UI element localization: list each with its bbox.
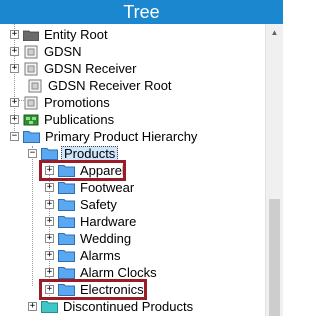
tree-item-label: Footwear — [80, 180, 135, 195]
tree-item-label: GDSN Receiver Root — [48, 78, 172, 93]
expand-toggle[interactable]: + — [45, 285, 54, 294]
expand-toggle[interactable]: + — [10, 30, 19, 39]
folder-icon — [58, 250, 75, 262]
tree-view[interactable]: + Entity Root + GDSN + GDSN Receiver GDS… — [0, 24, 265, 316]
tree-item-publications[interactable]: + Publications — [10, 111, 116, 128]
teal-folder-icon — [41, 301, 58, 313]
entity-root-icon — [23, 30, 39, 41]
tree-item-hardware[interactable]: + Hardware — [45, 213, 138, 230]
tree-item-products[interactable]: − Products — [28, 145, 119, 162]
tree-item-label: Discontinued Products — [63, 299, 194, 314]
tree-item-entity-root[interactable]: + Entity Root — [10, 26, 110, 43]
tree-item-label: Promotions — [44, 95, 110, 110]
expand-toggle[interactable]: + — [45, 268, 54, 277]
tree-item-footwear[interactable]: + Footwear — [45, 179, 136, 196]
tree-item-gdsn[interactable]: + GDSN — [10, 43, 84, 60]
tree-item-label: Publications — [44, 112, 115, 127]
folder-icon — [58, 216, 75, 228]
expand-toggle[interactable]: + — [10, 47, 19, 56]
tree-item-label: Safety — [80, 197, 117, 212]
tree-item-alarm-clocks[interactable]: + Alarm Clocks — [45, 264, 159, 281]
expand-toggle[interactable]: + — [10, 98, 19, 107]
tree-item-label: GDSN Receiver — [44, 61, 137, 76]
promotions-icon — [24, 96, 38, 109]
folder-icon — [58, 267, 75, 279]
panel-header: Tree — [0, 0, 283, 24]
tree-item-label: Entity Root — [44, 27, 108, 42]
tree-item-alarms[interactable]: + Alarms — [45, 247, 122, 264]
expand-toggle[interactable]: + — [45, 183, 54, 192]
tree-item-label: Wedding — [80, 231, 132, 246]
folder-icon — [58, 199, 75, 211]
tree-item-label: Apparel — [80, 163, 125, 178]
expand-toggle[interactable]: + — [10, 115, 19, 124]
folder-icon — [58, 284, 75, 296]
folder-icon — [23, 131, 40, 143]
tree-connector — [32, 146, 33, 286]
gdsn-receiver-root-icon — [28, 79, 42, 92]
expand-toggle[interactable]: + — [28, 302, 37, 311]
tree-item-label: GDSN — [44, 44, 82, 59]
tree-item-gdsn-receiver-root[interactable]: GDSN Receiver Root — [23, 77, 174, 94]
tree-item-label: Electronics — [80, 282, 144, 297]
tree-item-discontinued-products[interactable]: + Discontinued Products — [28, 298, 195, 315]
expand-toggle[interactable]: + — [10, 64, 19, 73]
expand-toggle[interactable]: + — [45, 166, 54, 175]
collapse-toggle[interactable]: − — [28, 149, 37, 158]
tree-item-label: Alarm Clocks — [80, 265, 157, 280]
folder-icon — [41, 148, 58, 160]
tree-item-label: Hardware — [80, 214, 137, 229]
vertical-scrollbar[interactable]: ▲ — [265, 24, 283, 316]
tree-item-apparel[interactable]: + Apparel — [45, 162, 127, 179]
folder-icon — [58, 182, 75, 194]
panel-title: Tree — [123, 2, 160, 22]
tree-item-label: Alarms — [80, 248, 121, 263]
tree-item-promotions[interactable]: + Promotions — [10, 94, 112, 111]
expand-toggle[interactable]: + — [45, 217, 54, 226]
expand-toggle[interactable]: + — [45, 251, 54, 260]
tree-item-safety[interactable]: + Safety — [45, 196, 119, 213]
scroll-up-arrow-icon[interactable]: ▲ — [266, 24, 283, 41]
expand-toggle[interactable]: + — [45, 200, 54, 209]
folder-icon — [58, 165, 75, 177]
publications-icon — [23, 114, 39, 125]
folder-icon — [58, 233, 75, 245]
collapse-toggle[interactable]: − — [10, 132, 19, 141]
expand-toggle[interactable]: + — [45, 234, 54, 243]
scrollbar-thumb[interactable] — [269, 199, 280, 316]
gdsn-icon — [24, 45, 38, 58]
tree-item-wedding[interactable]: + Wedding — [45, 230, 133, 247]
tree-item-gdsn-receiver[interactable]: + GDSN Receiver — [10, 60, 138, 77]
tree-item-label: Primary Product Hierarchy — [45, 129, 198, 144]
gdsn-receiver-icon — [24, 62, 38, 75]
tree-item-label: Products — [61, 146, 119, 161]
tree-item-primary-product-hierarchy[interactable]: − Primary Product Hierarchy — [10, 128, 199, 145]
tree-item-electronics[interactable]: + Electronics — [45, 281, 146, 298]
